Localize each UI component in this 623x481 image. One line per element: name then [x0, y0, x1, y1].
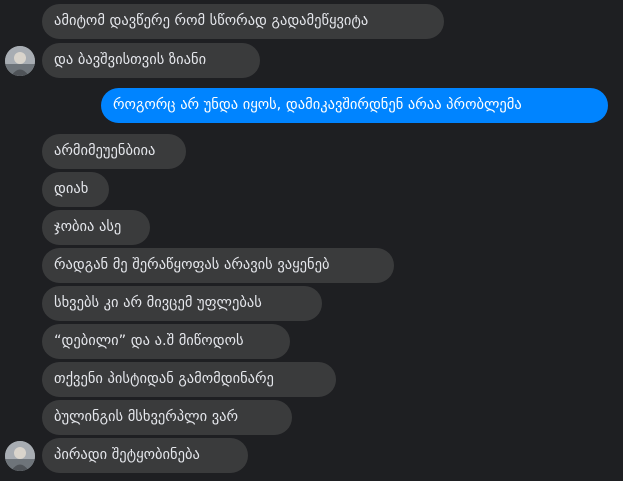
incoming-message[interactable]: თქვენი პისტიდან გამომდინარე [42, 362, 336, 397]
incoming-message[interactable]: “დებილი” და ა.შ მიწოდოს [42, 324, 290, 359]
avatar[interactable] [5, 46, 35, 76]
avatar-photo-icon [5, 441, 35, 471]
incoming-message[interactable]: პირადი შეტყობინება [42, 438, 248, 473]
incoming-message[interactable]: ბულინგის მსხვერპლი ვარ [42, 400, 292, 435]
incoming-message[interactable]: ამიტომ დავწერე რომ სწორად გადამეწყვიტა [42, 4, 444, 39]
incoming-message[interactable]: სხვებს კი არ მივცემ უფლებას [42, 286, 322, 321]
incoming-message[interactable]: და ბავშვისთვის ზიანი [42, 43, 260, 78]
incoming-message[interactable]: ჯობია ასე [42, 210, 150, 245]
incoming-message[interactable]: დიახ [42, 172, 109, 207]
outgoing-message[interactable]: როგორც არ უნდა იყოს, დამიკავშირდნენ არაა… [101, 88, 608, 123]
avatar[interactable] [5, 441, 35, 471]
avatar-photo-icon [5, 46, 35, 76]
incoming-message[interactable]: არმიმეუენბიია [42, 134, 186, 169]
incoming-message[interactable]: რადგან მე შერაწყოფას არავის ვაყენებ [42, 248, 394, 283]
